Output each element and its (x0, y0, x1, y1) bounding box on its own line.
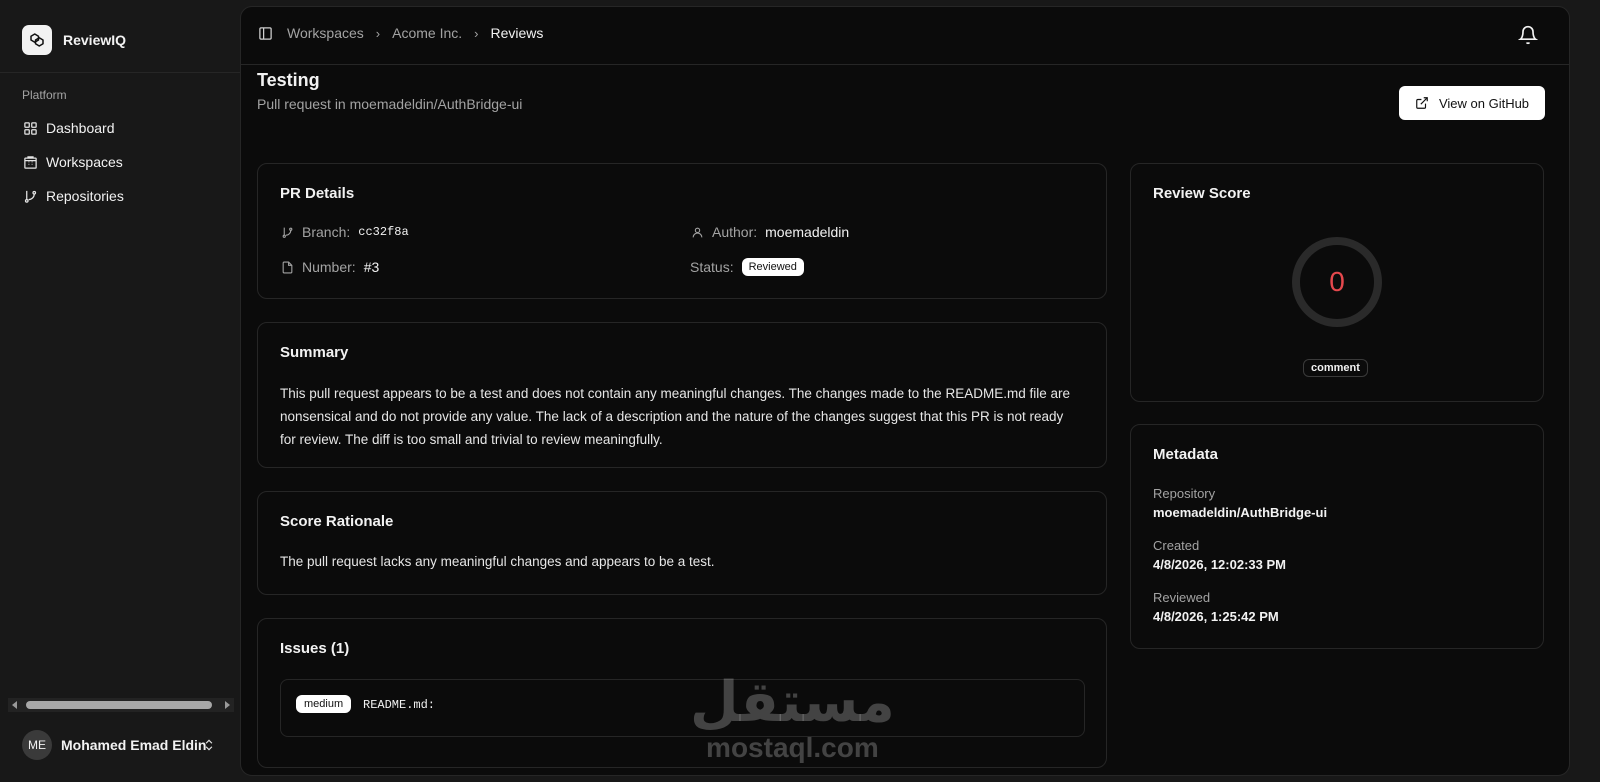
sidebar-toggle-icon[interactable] (257, 25, 273, 41)
author-value: moemadeldin (765, 224, 850, 240)
author-label: Author: (712, 224, 758, 240)
section-label: Platform (22, 88, 67, 102)
chevrons-up-down-icon (202, 737, 216, 758)
sidebar-nav: Dashboard Workspaces Repositories (14, 112, 228, 214)
rationale-text: The pull request lacks any meaningful ch… (280, 554, 715, 569)
scroll-right-icon[interactable] (225, 701, 230, 709)
card-title: Issues (1) (280, 640, 350, 657)
sidebar-item-dashboard[interactable]: Dashboard (14, 112, 228, 144)
divider (0, 72, 242, 73)
scroll-left-icon[interactable] (12, 701, 17, 709)
logo-icon (22, 25, 52, 55)
chevron-right-icon: › (375, 25, 381, 41)
status-badge: Reviewed (741, 258, 804, 276)
sidebar-scrollbar[interactable] (8, 698, 234, 712)
card-title: PR Details (280, 185, 355, 202)
score-type-badge: comment (1303, 359, 1368, 377)
branch-field: Branch: cc32f8a (280, 224, 409, 240)
page-subtitle: Pull request in moemadeldin/AuthBridge-u… (257, 96, 523, 112)
top-bar: Workspaces › Acome Inc. › Reviews (241, 7, 1569, 65)
bell-icon[interactable] (1517, 25, 1539, 45)
created-value: 4/8/2026, 12:02:33 PM (1153, 557, 1286, 572)
sidebar-item-label: Repositories (46, 188, 124, 204)
created-label: Created (1153, 538, 1200, 553)
card-title: Summary (280, 344, 349, 361)
github-button-label: View on GitHub (1438, 95, 1530, 111)
issue-item[interactable]: medium README.md: (280, 679, 1085, 737)
page-title: Testing (257, 70, 320, 90)
review-score-card: Review Score 0 comment (1130, 163, 1544, 402)
main-content: Workspaces › Acome Inc. › Reviews Testin… (240, 6, 1570, 776)
breadcrumb: Workspaces › Acome Inc. › Reviews (257, 25, 543, 41)
file-icon (280, 260, 294, 274)
status-field: Status: Reviewed (690, 258, 804, 276)
branch-value: cc32f8a (358, 225, 409, 239)
score-value: 0 (1329, 266, 1345, 297)
git-branch-icon (280, 225, 294, 239)
scrollbar-track[interactable] (1578, 6, 1588, 776)
reviewed-label: Reviewed (1153, 590, 1211, 605)
sidebar: ReviewIQ Platform Dashboard Workspaces R… (0, 0, 242, 782)
chevron-right-icon: › (474, 25, 479, 41)
scrollbar-thumb[interactable] (26, 701, 212, 709)
sidebar-item-label: Dashboard (46, 120, 115, 136)
breadcrumb-current: Reviews (490, 25, 544, 41)
author-field: Author: moemadeldin (690, 224, 849, 240)
user-name: Mohamed Emad Eldin (61, 737, 207, 753)
reviewed-value: 4/8/2026, 1:25:42 PM (1153, 609, 1279, 624)
breadcrumb-workspace[interactable]: Acome Inc. (392, 25, 462, 41)
card-title: Score Rationale (280, 513, 394, 530)
sidebar-item-repositories[interactable]: Repositories (14, 180, 228, 212)
number-label: Number: (302, 259, 356, 275)
card-title: Metadata (1153, 446, 1219, 463)
summary-text: This pull request appears to be a test a… (280, 386, 1070, 447)
git-branch-icon (22, 188, 38, 204)
external-link-icon (1415, 96, 1429, 110)
sidebar-item-label: Workspaces (46, 154, 123, 170)
brand[interactable]: ReviewIQ (22, 25, 126, 55)
branch-label: Branch: (302, 224, 351, 240)
building-icon (22, 154, 38, 170)
metadata-card: Metadata Repository moemadeldin/AuthBrid… (1130, 424, 1544, 649)
grid-icon (22, 120, 38, 136)
app-window: ReviewIQ Platform Dashboard Workspaces R… (0, 0, 1600, 782)
score-rationale-card: Score Rationale The pull request lacks a… (257, 491, 1107, 595)
summary-card: Summary This pull request appears to be … (257, 322, 1107, 468)
user-menu[interactable]: ME Mohamed Emad Eldin (22, 730, 222, 760)
card-title: Review Score (1153, 185, 1251, 202)
repository-label: Repository (1153, 486, 1216, 501)
page-scrollbar[interactable] (1573, 0, 1600, 782)
avatar: ME (22, 730, 52, 760)
issue-file: README.md: (363, 698, 436, 712)
breadcrumb-workspaces[interactable]: Workspaces (287, 25, 364, 41)
severity-badge: medium (296, 695, 352, 713)
status-label: Status: (690, 259, 734, 275)
repository-value: moemadeldin/AuthBridge-ui (1153, 505, 1328, 520)
issues-card: Issues (1) medium README.md: (257, 618, 1107, 768)
number-field: Number: #3 (280, 259, 379, 275)
brand-name: ReviewIQ (63, 32, 127, 48)
pr-details-card: PR Details Branch: cc32f8a Number: #3 Au… (257, 163, 1107, 299)
user-icon (690, 225, 704, 239)
view-on-github-button[interactable]: View on GitHub (1399, 86, 1545, 120)
sidebar-item-workspaces[interactable]: Workspaces (14, 146, 228, 178)
number-value: #3 (363, 259, 380, 275)
